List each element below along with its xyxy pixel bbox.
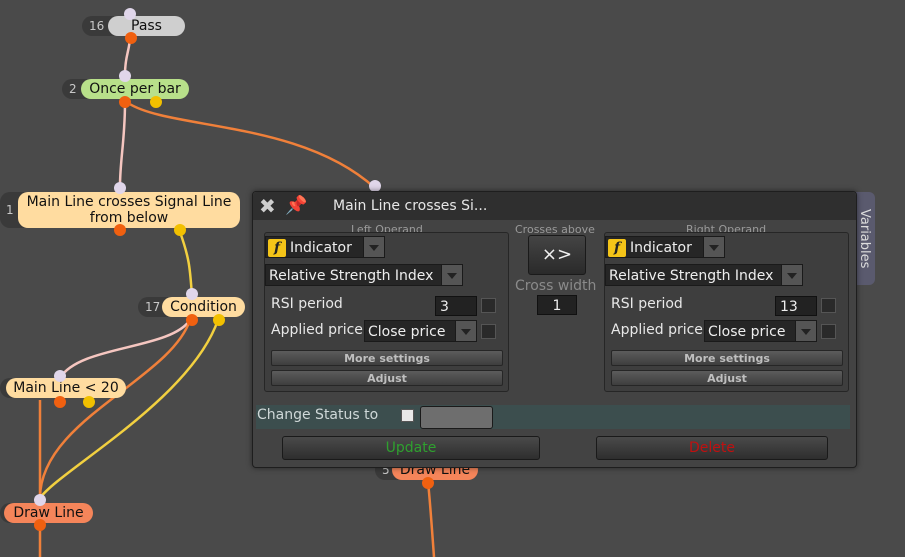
left-indicator-select[interactable]: Relative Strength Index bbox=[265, 264, 463, 286]
panel-titlebar[interactable]: ✖ 📌 Main Line crosses Si... bbox=[253, 192, 856, 220]
output-port[interactable] bbox=[54, 396, 66, 408]
function-icon: f bbox=[268, 239, 286, 257]
input-port[interactable] bbox=[54, 370, 66, 382]
chevron-down-icon bbox=[441, 265, 462, 285]
node-label: Draw Line bbox=[4, 503, 93, 523]
input-port[interactable] bbox=[186, 288, 198, 300]
select-value: Indicator bbox=[290, 240, 352, 256]
node-label: Main Line < 20 bbox=[6, 378, 126, 398]
right-indicator-select[interactable]: Relative Strength Index bbox=[605, 264, 803, 286]
select-value: Indicator bbox=[630, 240, 692, 256]
select-value: Close price bbox=[368, 324, 446, 340]
node-label: Once per bar bbox=[81, 79, 189, 99]
input-port[interactable] bbox=[119, 70, 131, 82]
right-operand-box: f Indicator Relative Strength Index RSI … bbox=[604, 232, 849, 392]
pin-icon[interactable]: 📌 bbox=[285, 192, 307, 220]
input-port[interactable] bbox=[34, 494, 46, 506]
output-port-alt[interactable] bbox=[174, 224, 186, 236]
delete-button[interactable]: Delete bbox=[596, 436, 828, 460]
rsi-period-input[interactable]: 13 bbox=[775, 296, 817, 316]
select-value: Relative Strength Index bbox=[269, 268, 434, 284]
panel-title: Main Line crosses Si... bbox=[333, 198, 488, 214]
select-value: Close price bbox=[708, 324, 786, 340]
chevron-down-icon bbox=[795, 321, 816, 341]
output-port[interactable] bbox=[422, 477, 434, 489]
chevron-down-icon bbox=[455, 321, 476, 341]
node-label: Condition bbox=[162, 297, 245, 317]
applied-price-label: Applied price bbox=[611, 322, 703, 338]
operator-button[interactable]: ×> bbox=[528, 235, 586, 275]
rsi-period-input[interactable]: 3 bbox=[435, 296, 477, 316]
input-port[interactable] bbox=[114, 182, 126, 194]
node-label-line2: from below bbox=[89, 210, 169, 226]
applied-price-checkbox[interactable] bbox=[821, 324, 836, 339]
rsi-period-checkbox[interactable] bbox=[821, 298, 836, 313]
applied-price-select[interactable]: Close price bbox=[704, 320, 817, 342]
adjust-button[interactable]: Adjust bbox=[271, 370, 503, 386]
applied-price-select[interactable]: Close price bbox=[364, 320, 477, 342]
rsi-period-checkbox[interactable] bbox=[481, 298, 496, 313]
chevron-down-icon bbox=[363, 237, 384, 257]
select-value: Relative Strength Index bbox=[609, 268, 774, 284]
input-port[interactable] bbox=[124, 8, 136, 20]
cross-width-input[interactable]: 1 bbox=[537, 295, 577, 315]
right-operand-type-select[interactable]: f Indicator bbox=[605, 236, 725, 258]
applied-price-label: Applied price bbox=[271, 322, 363, 338]
output-port-alt[interactable] bbox=[83, 396, 95, 408]
update-button[interactable]: Update bbox=[282, 436, 540, 460]
node-label: Pass bbox=[108, 16, 185, 36]
cross-width-label: Cross width bbox=[515, 278, 597, 294]
left-operand-box: f Indicator Relative Strength Index RSI … bbox=[264, 232, 509, 392]
adjust-button[interactable]: Adjust bbox=[611, 370, 843, 386]
change-status-checkbox[interactable] bbox=[401, 409, 414, 422]
status-color-swatch[interactable] bbox=[420, 406, 493, 429]
output-port[interactable] bbox=[34, 519, 46, 531]
output-port[interactable] bbox=[186, 314, 198, 326]
chevron-down-icon bbox=[781, 265, 802, 285]
applied-price-checkbox[interactable] bbox=[481, 324, 496, 339]
output-port-alt[interactable] bbox=[150, 96, 162, 108]
more-settings-button[interactable]: More settings bbox=[271, 350, 503, 366]
node-properties-panel: ✖ 📌 Main Line crosses Si... Left Operand… bbox=[252, 191, 857, 468]
change-status-label: Change Status to bbox=[257, 407, 379, 423]
close-icon[interactable]: ✖ bbox=[259, 192, 276, 220]
output-port[interactable] bbox=[114, 224, 126, 236]
chevron-down-icon bbox=[703, 237, 724, 257]
more-settings-button[interactable]: More settings bbox=[611, 350, 843, 366]
rsi-period-label: RSI period bbox=[611, 296, 683, 312]
output-port[interactable] bbox=[125, 32, 137, 44]
function-icon: f bbox=[608, 239, 626, 257]
output-port-alt[interactable] bbox=[213, 314, 225, 326]
node-label-line1: Main Line crosses Signal Line bbox=[26, 194, 232, 210]
node-label: Main Line crosses Signal Line from below bbox=[18, 192, 240, 228]
rsi-period-label: RSI period bbox=[271, 296, 343, 312]
output-port[interactable] bbox=[119, 96, 131, 108]
left-operand-type-select[interactable]: f Indicator bbox=[265, 236, 385, 258]
change-status-row: Change Status to bbox=[256, 405, 850, 429]
node-main-line-crosses[interactable]: 1 Main Line crosses Signal Line from bel… bbox=[0, 192, 240, 228]
node-draw-line-left[interactable]: Draw Line bbox=[0, 503, 93, 523]
